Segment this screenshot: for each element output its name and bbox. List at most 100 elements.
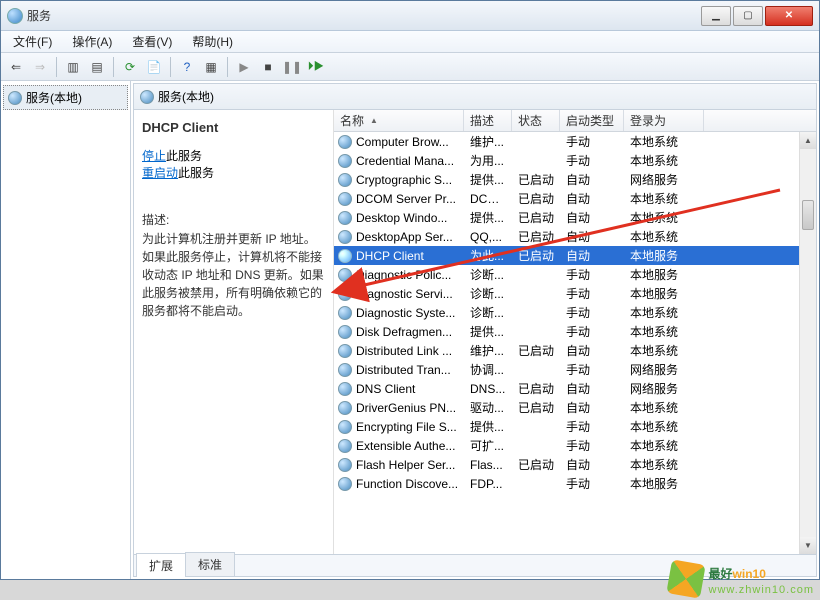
- table-row[interactable]: Diagnostic Polic...诊断...手动本地服务: [334, 265, 816, 284]
- table-row[interactable]: Diagnostic Servi...诊断...手动本地服务: [334, 284, 816, 303]
- app-icon: [7, 8, 23, 24]
- separator: [113, 57, 114, 77]
- cell-desc: 维护...: [464, 133, 512, 150]
- cell-name: DesktopApp Ser...: [356, 230, 453, 244]
- cell-name: Desktop Windo...: [356, 211, 447, 225]
- close-button[interactable]: [765, 6, 813, 26]
- cell-desc: 提供...: [464, 209, 512, 226]
- cell-desc: 为用...: [464, 152, 512, 169]
- main-area: 服务(本地) 服务(本地) DHCP Client 停止此服务 重启动此服务: [1, 81, 819, 579]
- col-start[interactable]: 启动类型: [560, 110, 624, 131]
- cell-desc: FDP...: [464, 477, 512, 491]
- menu-action[interactable]: 操作(A): [64, 31, 120, 52]
- tab-standard[interactable]: 标准: [185, 552, 235, 576]
- cell-desc: DNS...: [464, 382, 512, 396]
- pause-service-button[interactable]: ❚❚: [281, 56, 303, 78]
- table-row[interactable]: Disk Defragmen...提供...手动本地系统: [334, 322, 816, 341]
- cell-status: 已启动: [512, 380, 560, 397]
- cell-start: 手动: [560, 361, 624, 378]
- restart-link[interactable]: 重启动: [142, 166, 178, 180]
- menu-file[interactable]: 文件(F): [5, 31, 60, 52]
- detail-pane: DHCP Client 停止此服务 重启动此服务 描述: 为此计算机注册并更新 …: [134, 110, 334, 554]
- tree-root[interactable]: 服务(本地): [3, 85, 128, 110]
- menu-view[interactable]: 查看(V): [124, 31, 180, 52]
- scroll-down-button[interactable]: ▼: [800, 537, 816, 554]
- table-row[interactable]: Desktop Windo...提供...已启动自动本地系统: [334, 208, 816, 227]
- table-row[interactable]: Flash Helper Ser...Flas...已启动自动本地系统: [334, 455, 816, 474]
- cell-status: 已启动: [512, 171, 560, 188]
- service-icon: [338, 135, 352, 149]
- table-row[interactable]: DNS ClientDNS...已启动自动网络服务: [334, 379, 816, 398]
- cell-start: 自动: [560, 399, 624, 416]
- toolbar: ⇐ ⇒ ▥ ▤ ⟳ 📄 ? ▦ ▶ ■ ❚❚ ⏵▶: [1, 53, 819, 81]
- restart-service-button[interactable]: ⏵▶: [305, 56, 327, 78]
- col-name[interactable]: 名称▲: [334, 110, 464, 131]
- props2-button[interactable]: ▦: [200, 56, 222, 78]
- cell-logon: 本地服务: [624, 247, 704, 264]
- col-desc[interactable]: 描述: [464, 110, 512, 131]
- vertical-scrollbar[interactable]: ▲ ▼: [799, 132, 816, 554]
- cell-start: 手动: [560, 475, 624, 492]
- forward-button[interactable]: ⇒: [29, 56, 51, 78]
- table-row[interactable]: DHCP Client为此...已启动自动本地服务: [334, 246, 816, 265]
- table-row[interactable]: DCOM Server Pr...DCO...已启动自动本地系统: [334, 189, 816, 208]
- table-row[interactable]: Distributed Tran...协调...手动网络服务: [334, 360, 816, 379]
- cell-desc: 提供...: [464, 323, 512, 340]
- start-service-button[interactable]: ▶: [233, 56, 255, 78]
- table-row[interactable]: Distributed Link ...维护...已启动自动本地系统: [334, 341, 816, 360]
- watermark-text: 最好win10 www.zhwin10.com: [709, 561, 814, 596]
- right-pane-header: 服务(本地): [134, 84, 816, 110]
- help-button[interactable]: ?: [176, 56, 198, 78]
- col-status[interactable]: 状态: [512, 110, 560, 131]
- list-rows[interactable]: Computer Brow...维护...手动本地系统Credential Ma…: [334, 132, 816, 554]
- table-row[interactable]: Credential Mana...为用...手动本地系统: [334, 151, 816, 170]
- watermark: 最好win10 www.zhwin10.com: [669, 561, 814, 596]
- menu-help[interactable]: 帮助(H): [184, 31, 241, 52]
- export-button[interactable]: 📄: [143, 56, 165, 78]
- cell-desc: 诊断...: [464, 304, 512, 321]
- service-icon: [338, 249, 352, 263]
- cell-name: DHCP Client: [356, 249, 424, 263]
- cell-logon: 本地系统: [624, 209, 704, 226]
- back-button[interactable]: ⇐: [5, 56, 27, 78]
- table-row[interactable]: Computer Brow...维护...手动本地系统: [334, 132, 816, 151]
- service-icon: [338, 477, 352, 491]
- cell-logon: 本地系统: [624, 228, 704, 245]
- col-logon[interactable]: 登录为: [624, 110, 704, 131]
- minimize-button[interactable]: [701, 6, 731, 26]
- show-hide-tree-button[interactable]: ▥: [62, 56, 84, 78]
- cell-status: 已启动: [512, 190, 560, 207]
- cell-logon: 本地系统: [624, 323, 704, 340]
- cell-desc: 诊断...: [464, 285, 512, 302]
- stop-service-button[interactable]: ■: [257, 56, 279, 78]
- table-row[interactable]: DesktopApp Ser...QQ,...已启动自动本地系统: [334, 227, 816, 246]
- cell-desc: QQ,...: [464, 230, 512, 244]
- service-icon: [338, 344, 352, 358]
- table-row[interactable]: Cryptographic S...提供...已启动自动网络服务: [334, 170, 816, 189]
- service-icon: [338, 287, 352, 301]
- stop-link[interactable]: 停止: [142, 149, 166, 163]
- cell-desc: 诊断...: [464, 266, 512, 283]
- properties-button[interactable]: ▤: [86, 56, 108, 78]
- cell-start: 自动: [560, 190, 624, 207]
- cell-logon: 本地系统: [624, 133, 704, 150]
- scroll-thumb[interactable]: [802, 200, 814, 230]
- services-icon: [8, 91, 22, 105]
- cell-status: 已启动: [512, 209, 560, 226]
- refresh-button[interactable]: ⟳: [119, 56, 141, 78]
- titlebar[interactable]: 服务: [1, 1, 819, 31]
- service-icon: [338, 401, 352, 415]
- table-row[interactable]: Function Discove...FDP...手动本地服务: [334, 474, 816, 493]
- table-row[interactable]: Diagnostic Syste...诊断...手动本地系统: [334, 303, 816, 322]
- scroll-up-button[interactable]: ▲: [800, 132, 816, 149]
- table-row[interactable]: Extensible Authe...可扩...手动本地系统: [334, 436, 816, 455]
- table-row[interactable]: Encrypting File S...提供...手动本地系统: [334, 417, 816, 436]
- cell-logon: 本地系统: [624, 152, 704, 169]
- tab-extended[interactable]: 扩展: [136, 553, 186, 577]
- cell-name: DNS Client: [356, 382, 415, 396]
- cell-start: 手动: [560, 266, 624, 283]
- table-row[interactable]: DriverGenius PN...驱动...已启动自动本地系统: [334, 398, 816, 417]
- cell-logon: 本地服务: [624, 266, 704, 283]
- maximize-button[interactable]: [733, 6, 763, 26]
- cell-desc: 提供...: [464, 171, 512, 188]
